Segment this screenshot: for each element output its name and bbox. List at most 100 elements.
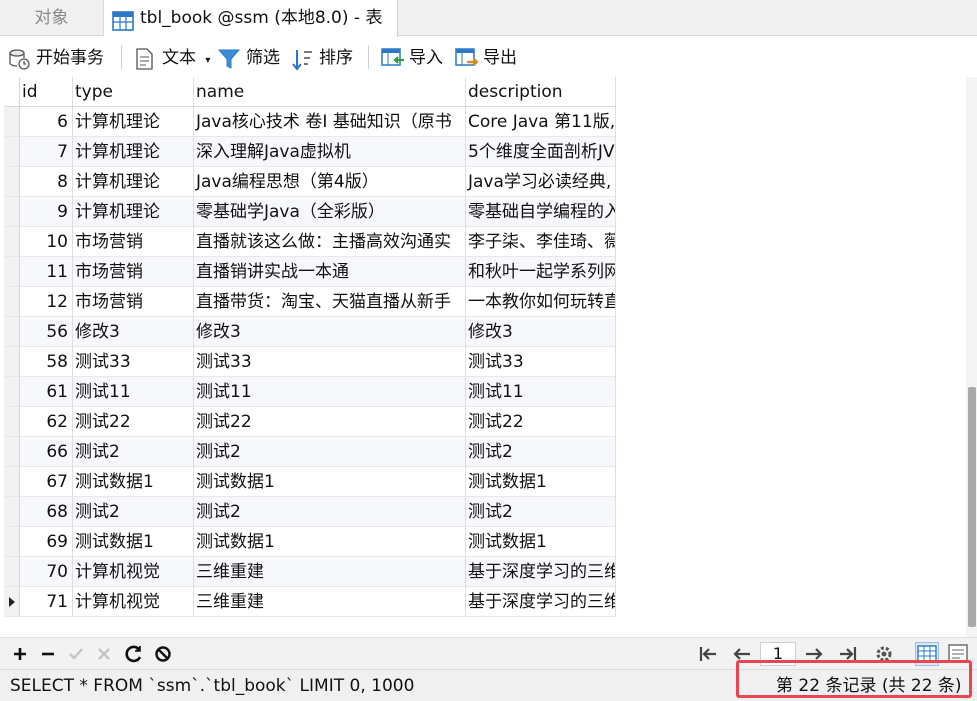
table-row[interactable]: 66 测试2 测试2 测试2 [4, 437, 616, 467]
cell-name[interactable]: 测试11 [194, 377, 466, 407]
cell-id[interactable]: 56 [20, 317, 73, 347]
delete-record-button[interactable] [36, 642, 60, 666]
row-indicator[interactable] [4, 107, 20, 137]
cell-description[interactable]: 李子柒、李佳琦、薇 [466, 227, 616, 257]
table-row[interactable]: 61 测试11 测试11 测试11 [4, 377, 616, 407]
scrollbar-thumb[interactable] [968, 387, 976, 627]
cell-type[interactable]: 测试2 [73, 437, 194, 467]
column-header-id[interactable]: id [20, 77, 73, 107]
stop-button[interactable] [151, 642, 175, 666]
cell-name[interactable]: 直播就该这么做：主播高效沟通实 [194, 227, 466, 257]
cell-id[interactable]: 69 [20, 527, 73, 557]
cell-name[interactable]: 测试数据1 [194, 467, 466, 497]
row-indicator[interactable] [4, 587, 20, 617]
cell-description[interactable]: 基于深度学习的三维 [466, 557, 616, 587]
begin-transaction-button[interactable]: 开始事务 [8, 45, 104, 71]
cell-description[interactable]: 测试2 [466, 437, 616, 467]
row-indicator[interactable] [4, 167, 20, 197]
cell-name[interactable]: 零基础学Java（全彩版） [194, 197, 466, 227]
row-indicator[interactable] [4, 437, 20, 467]
cell-name[interactable]: 三维重建 [194, 587, 466, 617]
row-indicator[interactable] [4, 467, 20, 497]
table-row[interactable]: 9 计算机理论 零基础学Java（全彩版） 零基础自学编程的入 [4, 197, 616, 227]
cell-id[interactable]: 62 [20, 407, 73, 437]
import-button[interactable]: 导入 [381, 45, 443, 71]
cell-description[interactable]: 零基础自学编程的入 [466, 197, 616, 227]
cell-type[interactable]: 测试数据1 [73, 467, 194, 497]
sort-button[interactable]: 排序 [291, 45, 353, 71]
data-grid[interactable]: id type name description 6 计算机理论 Java核心技术 … [4, 77, 616, 617]
table-row[interactable]: 58 测试33 测试33 测试33 [4, 347, 616, 377]
cell-name[interactable]: 测试2 [194, 437, 466, 467]
cell-id[interactable]: 67 [20, 467, 73, 497]
cell-description[interactable]: 一本教你如何玩转直 [466, 287, 616, 317]
cell-name[interactable]: 三维重建 [194, 557, 466, 587]
cell-name[interactable]: Java编程思想（第4版） [194, 167, 466, 197]
cell-type[interactable]: 计算机视觉 [73, 587, 194, 617]
table-row[interactable]: 56 修改3 修改3 修改3 [4, 317, 616, 347]
row-indicator[interactable] [4, 377, 20, 407]
cell-type[interactable]: 市场营销 [73, 227, 194, 257]
cell-name[interactable]: 测试数据1 [194, 527, 466, 557]
row-indicator[interactable] [4, 557, 20, 587]
column-header-type[interactable]: type [73, 77, 194, 107]
cell-type[interactable]: 计算机理论 [73, 197, 194, 227]
cell-id[interactable]: 12 [20, 287, 73, 317]
cell-description[interactable]: Core Java 第11版, [466, 107, 616, 137]
table-row[interactable]: 8 计算机理论 Java编程思想（第4版） Java学习必读经典, [4, 167, 616, 197]
cell-type[interactable]: 计算机理论 [73, 107, 194, 137]
cell-id[interactable]: 71 [20, 587, 73, 617]
cell-type[interactable]: 修改3 [73, 317, 194, 347]
table-row[interactable]: 70 计算机视觉 三维重建 基于深度学习的三维 [4, 557, 616, 587]
cell-id[interactable]: 61 [20, 377, 73, 407]
cell-id[interactable]: 9 [20, 197, 73, 227]
cell-id[interactable]: 6 [20, 107, 73, 137]
cell-name[interactable]: 测试22 [194, 407, 466, 437]
cell-type[interactable]: 测试22 [73, 407, 194, 437]
cell-description[interactable]: 测试数据1 [466, 527, 616, 557]
cell-id[interactable]: 70 [20, 557, 73, 587]
filter-button[interactable]: 筛选 [218, 45, 280, 71]
row-indicator[interactable] [4, 227, 20, 257]
cell-type[interactable]: 计算机视觉 [73, 557, 194, 587]
cell-type[interactable]: 市场营销 [73, 257, 194, 287]
text-button[interactable]: 文本 ▾ [134, 45, 210, 71]
cell-id[interactable]: 8 [20, 167, 73, 197]
table-row[interactable]: 62 测试22 测试22 测试22 [4, 407, 616, 437]
cell-id[interactable]: 58 [20, 347, 73, 377]
table-row[interactable]: 10 市场营销 直播就该这么做：主播高效沟通实 李子柒、李佳琦、薇 [4, 227, 616, 257]
cell-type[interactable]: 测试数据1 [73, 527, 194, 557]
cell-name[interactable]: 直播销讲实战一本通 [194, 257, 466, 287]
cell-id[interactable]: 66 [20, 437, 73, 467]
cell-name[interactable]: 深入理解Java虚拟机 [194, 137, 466, 167]
cell-name[interactable]: Java核心技术 卷I 基础知识（原书 [194, 107, 466, 137]
table-row[interactable]: 11 市场营销 直播销讲实战一本通 和秋叶一起学系列网 [4, 257, 616, 287]
cell-name[interactable]: 测试2 [194, 497, 466, 527]
cell-type[interactable]: 市场营销 [73, 287, 194, 317]
cell-type[interactable]: 测试2 [73, 497, 194, 527]
discard-changes-button[interactable] [92, 642, 116, 666]
cell-name[interactable]: 测试33 [194, 347, 466, 377]
table-row[interactable]: 71 计算机视觉 三维重建 基于深度学习的三维 [4, 587, 616, 617]
cell-id[interactable]: 68 [20, 497, 73, 527]
column-header-name[interactable]: name [194, 77, 466, 107]
cell-id[interactable]: 11 [20, 257, 73, 287]
cell-type[interactable]: 计算机理论 [73, 137, 194, 167]
add-record-button[interactable] [8, 642, 32, 666]
row-indicator[interactable] [4, 407, 20, 437]
cell-type[interactable]: 测试33 [73, 347, 194, 377]
apply-changes-button[interactable] [64, 642, 88, 666]
row-indicator[interactable] [4, 287, 20, 317]
cell-description[interactable]: 5个维度全面剖析JV [466, 137, 616, 167]
cell-description[interactable]: 修改3 [466, 317, 616, 347]
cell-description[interactable]: 测试数据1 [466, 467, 616, 497]
table-row[interactable]: 7 计算机理论 深入理解Java虚拟机 5个维度全面剖析JV [4, 137, 616, 167]
table-row[interactable]: 6 计算机理论 Java核心技术 卷I 基础知识（原书 Core Java 第11版, [4, 107, 616, 137]
table-row[interactable]: 69 测试数据1 测试数据1 测试数据1 [4, 527, 616, 557]
cell-description[interactable]: 基于深度学习的三维 [466, 587, 616, 617]
cell-name[interactable]: 直播带货：淘宝、天猫直播从新手 [194, 287, 466, 317]
cell-description[interactable]: 测试22 [466, 407, 616, 437]
table-row[interactable]: 68 测试2 测试2 测试2 [4, 497, 616, 527]
cell-type[interactable]: 计算机理论 [73, 167, 194, 197]
cell-id[interactable]: 7 [20, 137, 73, 167]
